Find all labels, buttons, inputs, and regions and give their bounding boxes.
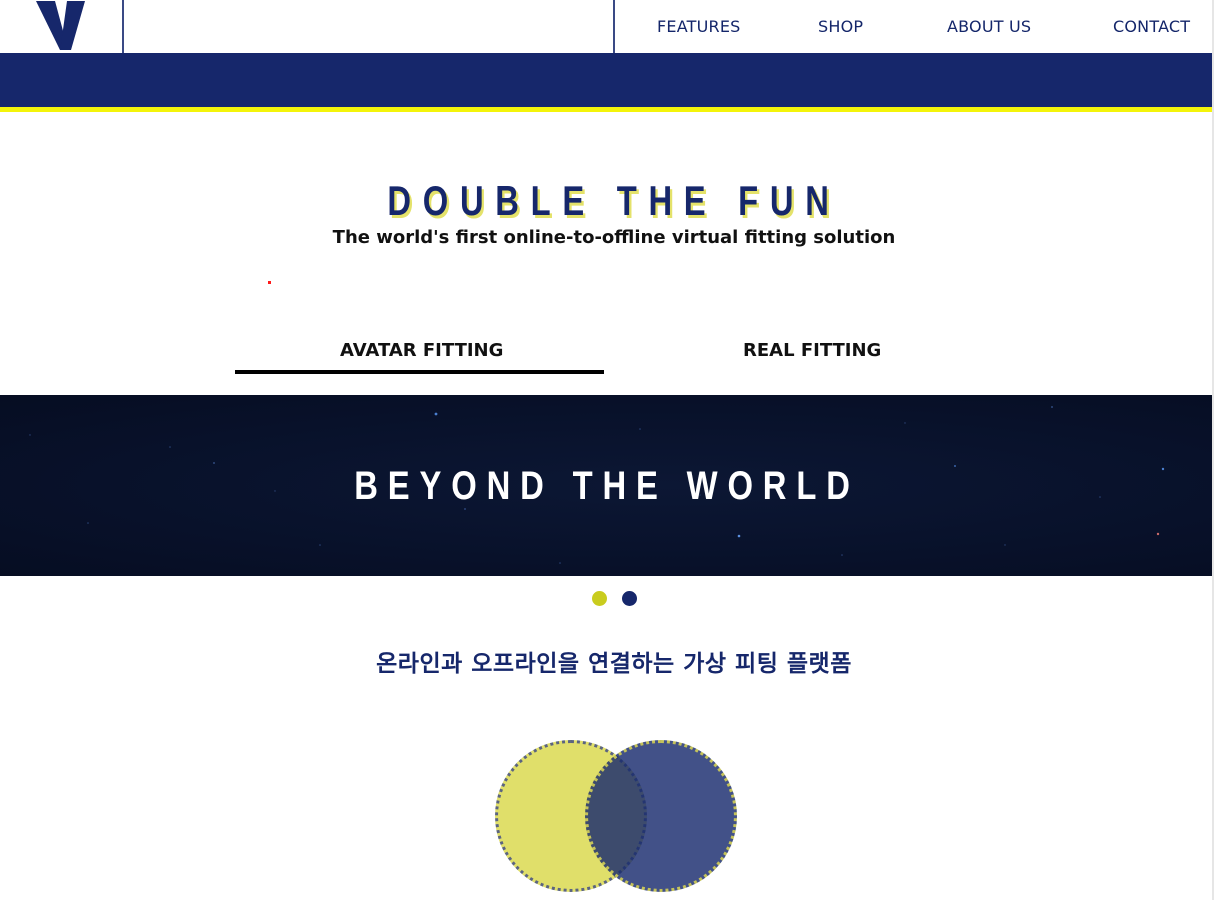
nav-link-about-us[interactable]: ABOUT US	[947, 17, 1031, 36]
starfield-banner: BEYOND THE WORLD	[0, 395, 1214, 576]
venn-circle-offline	[585, 740, 737, 892]
nav-link-contact[interactable]: CONTACT	[1113, 17, 1190, 36]
nav-link-features[interactable]: FEATURES	[657, 17, 740, 36]
hero-subtitle: The world's first online-to-offline virt…	[332, 227, 896, 248]
hero-title: DOUBLE THE FUN	[387, 177, 841, 224]
header-color-band	[0, 53, 1214, 107]
stray-dot	[268, 281, 271, 284]
carousel-dot-1-active[interactable]	[592, 591, 607, 606]
v-logo-icon[interactable]	[30, 0, 90, 52]
tab-real-fitting[interactable]: REAL FITTING	[743, 340, 881, 361]
header-accent-line	[0, 107, 1214, 112]
header-divider	[613, 0, 615, 53]
carousel-dot-2[interactable]	[622, 591, 637, 606]
active-tab-indicator	[235, 370, 604, 374]
korean-tagline: 온라인과 오프라인을 연결하는 가상 피팅 플랫폼	[376, 651, 852, 677]
top-navigation-bar: FEATURES SHOP ABOUT US CONTACT	[0, 0, 1214, 53]
nav-link-shop[interactable]: SHOP	[818, 17, 863, 36]
banner-title: BEYOND THE WORLD	[354, 464, 860, 508]
venn-diagram	[492, 737, 740, 897]
tab-avatar-fitting[interactable]: AVATAR FITTING	[340, 340, 503, 361]
header-divider	[122, 0, 124, 53]
